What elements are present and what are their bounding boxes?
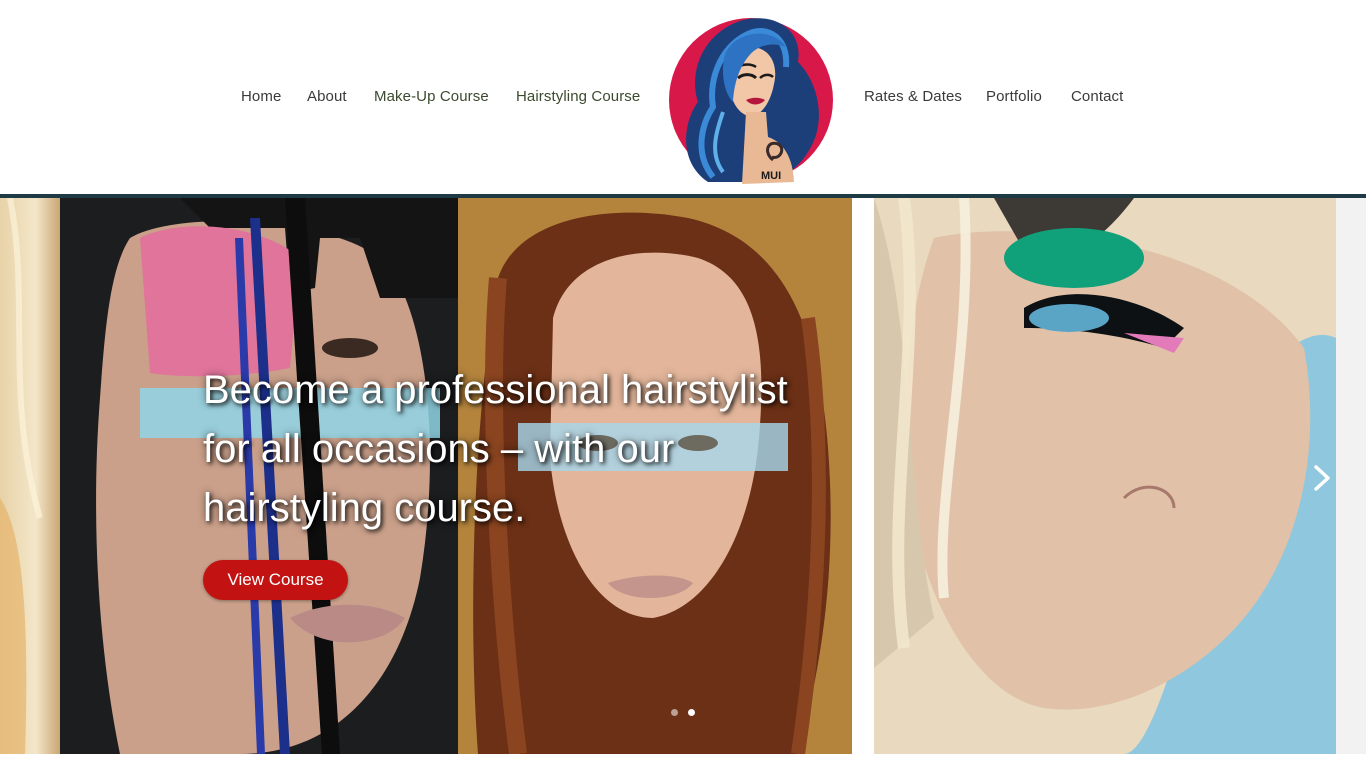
slider-dot-2[interactable]: [688, 709, 695, 716]
logo-text: MUI: [761, 170, 781, 182]
slide-photo-right-partial: [1336, 198, 1366, 754]
hero-slider[interactable]: Become a professional hairstylist for al…: [0, 198, 1366, 754]
nav-about[interactable]: About: [307, 88, 347, 105]
nav-rates-dates[interactable]: Rates & Dates: [864, 88, 962, 105]
nav-makeup-course[interactable]: Make-Up Course: [374, 88, 489, 105]
hero-caption: Become a professional hairstylist for al…: [203, 368, 788, 530]
view-course-button[interactable]: View Course: [203, 560, 348, 600]
slide-photo-left-partial: [0, 198, 60, 754]
site-header: Home About Make-Up Course Hairstyling Co…: [0, 0, 1366, 195]
nav-portfolio[interactable]: Portfolio: [986, 88, 1042, 105]
slider-dot-1[interactable]: [671, 709, 678, 716]
slide-gap: [852, 198, 874, 754]
nav-hairstyling-course[interactable]: Hairstyling Course: [516, 88, 640, 105]
chevron-right-icon[interactable]: [1310, 463, 1334, 493]
page-bottom: [0, 754, 1366, 768]
nav-contact[interactable]: Contact: [1071, 88, 1123, 105]
slide-photo-green-eye: [874, 198, 1336, 754]
nav-home[interactable]: Home: [241, 88, 281, 105]
site-logo[interactable]: MUI: [668, 12, 834, 188]
